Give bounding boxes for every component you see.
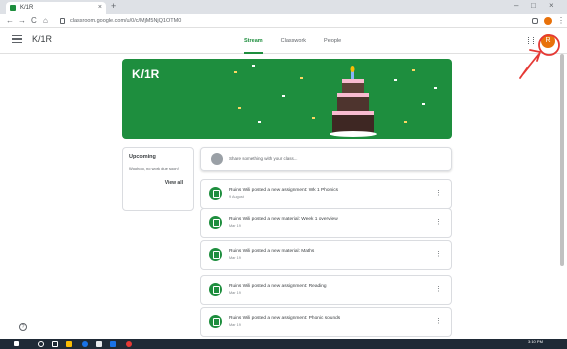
help-icon[interactable]: ?	[19, 323, 27, 331]
taskbar-clock[interactable]: 3:10 PM	[528, 340, 543, 344]
post-date: Mar 19	[229, 323, 241, 327]
page-scrollbar[interactable]	[560, 54, 564, 266]
confetti	[234, 71, 237, 73]
more-options-icon[interactable]: ⋮	[435, 317, 442, 325]
post-date: Mar 19	[229, 256, 241, 260]
stream-post[interactable]: Ruins Wili posted a new assignment: Wk 1…	[200, 179, 452, 209]
extension-icon[interactable]	[532, 18, 538, 24]
classroom-header: K/1R Stream Classwork People R	[0, 28, 567, 54]
close-window-button[interactable]: ×	[549, 1, 554, 10]
confetti	[252, 65, 255, 67]
class-banner: K/1R	[122, 59, 452, 139]
browser-tab-title: K/1R	[20, 5, 34, 11]
more-options-icon[interactable]: ⋮	[435, 250, 442, 258]
assignment-icon	[209, 187, 222, 200]
forward-button[interactable]: →	[18, 14, 26, 28]
class-tabs: Stream Classwork People	[244, 28, 341, 54]
browser-menu-icon[interactable]: ⋮	[557, 14, 565, 28]
assignment-icon	[209, 315, 222, 328]
windows-start-icon[interactable]	[14, 341, 19, 346]
lock-icon	[60, 18, 65, 24]
post-title: Ruins Wili posted a new assignment: Phon…	[229, 316, 341, 321]
stream-post[interactable]: Ruins Wili posted a new assignment: Phon…	[200, 307, 452, 337]
confetti	[404, 121, 407, 123]
maximize-button[interactable]: □	[531, 1, 536, 10]
post-title: Ruins Wili posted a new material: Maths	[229, 249, 315, 254]
stream-post[interactable]: Ruins Wili posted a new material: Maths …	[200, 240, 452, 270]
post-title: Ruins Wili posted a new material: Week 1…	[229, 217, 338, 222]
confetti	[282, 95, 285, 97]
minimize-button[interactable]: –	[514, 1, 518, 10]
post-date: 9 August	[229, 195, 244, 199]
post-date: Mar 19	[229, 224, 241, 228]
stream-post[interactable]: Ruins Wili posted a new material: Week 1…	[200, 208, 452, 238]
main-menu-icon[interactable]	[12, 35, 22, 43]
upcoming-title: Upcoming	[129, 154, 156, 160]
banner-title: K/1R	[132, 67, 160, 81]
confetti	[312, 117, 315, 119]
new-tab-button[interactable]: +	[111, 1, 116, 11]
confetti	[422, 103, 425, 105]
home-button[interactable]: ⌂	[43, 14, 48, 28]
post-title: Ruins Wili posted a new assignment: Wk 1…	[229, 188, 339, 193]
profile-icon[interactable]	[544, 17, 552, 25]
back-button[interactable]: ←	[6, 14, 14, 28]
edge-icon[interactable]	[82, 341, 88, 347]
tab-stream[interactable]: Stream	[244, 28, 263, 54]
material-icon	[209, 216, 222, 229]
share-box[interactable]: Share something with your class...	[200, 147, 452, 171]
stream-post[interactable]: Ruins Wili posted a new assignment: Read…	[200, 275, 452, 305]
reload-button[interactable]: C	[31, 14, 37, 28]
confetti	[300, 77, 303, 79]
url-text: classroom.google.com/u/0/c/MjM5NjQ1OTM0	[70, 18, 182, 24]
file-explorer-icon[interactable]	[66, 341, 72, 347]
browser-tab-strip: K/1R × + – □ ×	[0, 0, 567, 14]
store-icon[interactable]	[96, 341, 102, 347]
class-name[interactable]: K/1R	[32, 34, 52, 44]
confetti	[412, 69, 415, 71]
upcoming-text: Woohoo, no work due soon!	[129, 166, 179, 171]
birthday-cake-icon	[330, 66, 377, 137]
view-all-link[interactable]: View all	[165, 180, 183, 186]
chrome-icon[interactable]	[126, 341, 132, 347]
tab-classwork[interactable]: Classwork	[281, 28, 306, 54]
windows-taskbar: 3:10 PM	[0, 339, 567, 349]
confetti	[238, 107, 241, 109]
search-icon[interactable]	[38, 341, 44, 347]
share-placeholder: Share something with your class...	[229, 156, 298, 161]
more-options-icon[interactable]: ⋮	[435, 218, 442, 226]
material-icon	[209, 248, 222, 261]
task-view-icon[interactable]	[52, 341, 58, 347]
address-bar[interactable]: classroom.google.com/u/0/c/MjM5NjQ1OTM0	[60, 16, 530, 26]
more-options-icon[interactable]: ⋮	[435, 189, 442, 197]
post-title: Ruins Wili posted a new assignment: Read…	[229, 284, 327, 289]
tab-close-icon[interactable]: ×	[98, 2, 102, 14]
user-avatar	[211, 153, 223, 165]
assignment-icon	[209, 283, 222, 296]
upcoming-card: Upcoming Woohoo, no work due soon! View …	[122, 147, 194, 211]
confetti	[434, 87, 437, 89]
confetti	[394, 79, 397, 81]
confetti	[258, 121, 261, 123]
post-date: Mar 19	[229, 291, 241, 295]
more-options-icon[interactable]: ⋮	[435, 285, 442, 293]
classroom-favicon-icon	[10, 5, 16, 11]
browser-tab[interactable]: K/1R ×	[6, 2, 106, 14]
tab-people[interactable]: People	[324, 28, 341, 54]
browser-toolbar: ← → C ⌂ classroom.google.com/u/0/c/MjM5N…	[0, 14, 567, 28]
mail-icon[interactable]	[110, 341, 116, 347]
